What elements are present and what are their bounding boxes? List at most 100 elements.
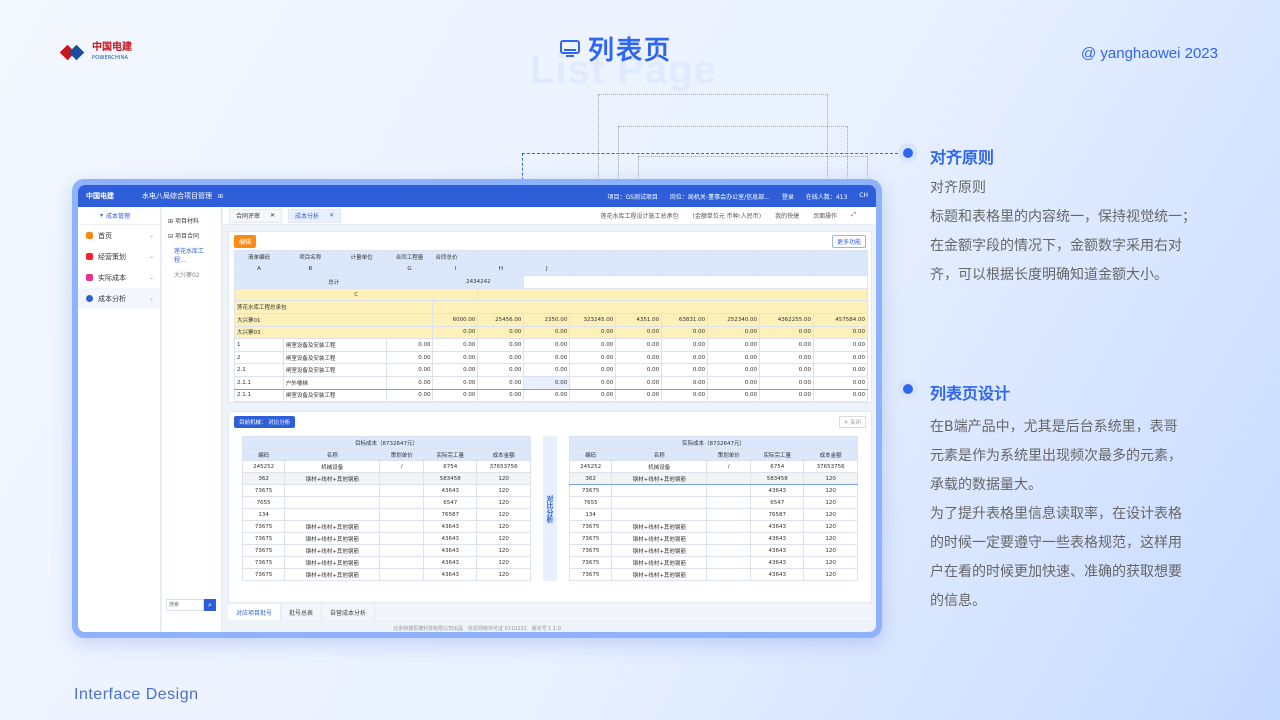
table-c-row: C — [233, 287, 868, 302]
tab-batch-summary[interactable]: 批号总表 — [281, 604, 323, 620]
edit-button[interactable]: 编辑 — [234, 234, 257, 248]
table-row[interactable]: 1 闸室设备及安装工程 0.00 0.00 0.00 0.00 0.00 0.00 0.00 0.… — [234, 338, 869, 352]
section-dot — [898, 379, 918, 399]
sidebar-tree: ⊞ 项目材料 ⊟ 项目合同 莲花水库工程... 大兴寨02 ⌕ — [162, 207, 222, 632]
table-row[interactable]: 2 闸室设备及安装工程 0.00 0.00 0.00 0.00 0.00 0.00 0.00 0.… — [234, 350, 869, 365]
table-row[interactable]: 大兴寨01 6000.00 25456.00 2350.00 323245.00 4351… — [233, 312, 869, 327]
author-label: @ yanghaowei 2023 — [1081, 45, 1218, 62]
section-title-alignment: 对齐原则 — [930, 148, 995, 167]
sidebar-primary: ▾ 成本管理 首页 ⌄ 经营策划 ⌄ 实际成本 ⌄ 成本分析 ⌄ — [78, 207, 161, 632]
analysis-icon — [86, 295, 93, 302]
grid-icon[interactable]: ⊞ — [218, 193, 223, 200]
table-group-row: 莲花水库工程总承包 — [233, 300, 868, 314]
app-name: 水电八局综合项目管理 — [142, 192, 212, 200]
table-row[interactable]: 245252 机械设备/6754 37653756 — [568, 460, 859, 473]
table-header-row: 清单编码 项目名称 计量单位 合同工程量 合同总价 — [234, 249, 869, 277]
page-title: 列表页 — [588, 36, 673, 66]
table-total-row: 总计 2434242 — [233, 275, 868, 289]
tab-self-cost[interactable]: 自营成本分析 — [322, 604, 376, 620]
sidebar-item-analysis[interactable]: 成本分析 ⌄ — [78, 288, 160, 309]
tree-item[interactable]: 大兴寨02 — [162, 267, 221, 282]
tab-cost-analysis[interactable]: 成本分析 ✕ — [288, 208, 342, 223]
compare-label: 对比分析 — [546, 494, 554, 523]
brand-name: 中国电建 POWERCHINA — [92, 42, 132, 62]
tab-bar: 合同评审 ✕ 成本分析 ✕ 莲花水库工程设计施工总承包 (金额单位元 币种:人民币)… — [223, 207, 876, 225]
copyright: 北京特捷思捷科技有限公司出品 信息网络许可证 0110231 版本号 1.1.0 — [393, 626, 561, 632]
section-desc-list-design: 在B端产品中，尤其是后台系统里，表哥 元素是作为系统里出现频次最多的元素， 承载的数… — [930, 419, 1182, 609]
app-screenshot-frame: 中国电建 水电八局综合项目管理 ⊞ 项目：GS测试项目 岗位：局机关-董事会办公… — [72, 179, 882, 638]
search-icon[interactable]: ⌕ — [204, 599, 216, 611]
sidebar-item-cost[interactable]: 实际成本 ⌄ — [78, 267, 160, 288]
table-row[interactable]: 245252 机械设备/6754 37653756 — [241, 460, 532, 473]
table-row[interactable]: 362 钢材+线材+其他钢筋 583458 120 — [241, 472, 532, 485]
tree-search: ⌕ — [166, 599, 216, 611]
section-title-list-design: 列表页设计 — [930, 384, 1011, 403]
quick-access-menu[interactable]: 我的快捷 — [775, 211, 799, 220]
expand-icon[interactable]: ⤢ — [851, 211, 856, 220]
plan-icon — [86, 253, 93, 260]
target-cost-table: 目标成本（8732647元） 编码 名称 策划单价 实际完工量 成本金额 245252 机… — [241, 436, 532, 581]
user-menu[interactable]: 登录 — [782, 192, 794, 201]
chevron-down-icon: ⌄ — [148, 274, 154, 281]
cost-icon — [86, 274, 93, 281]
table-row[interactable]: 73675 钢材+线材+其他钢筋 43643 120 — [241, 568, 532, 581]
bottom-tabs: 对应项目批号 批号总表 自营成本分析 — [228, 604, 872, 620]
table-row[interactable]: 73675 钢材+线材+其他钢筋 43643 120 — [568, 568, 859, 581]
table-row[interactable]: 73675 钢材+线材+其他钢筋 43643 120 — [568, 532, 859, 545]
app-topbar: 中国电建 水电八局综合项目管理 ⊞ 项目：GS测试项目 岗位：局机关-董事会办公… — [78, 185, 876, 207]
table-row[interactable]: 73675 钢材+线材+其他钢筋 43643 120 — [568, 544, 859, 557]
comparison-panel: 目前机械： 对比分析 ✕ 关闭 目标成本（8732647元） 编码 名称 策划单价实… — [228, 411, 872, 603]
more-functions-button[interactable]: 更多功能 — [831, 234, 866, 248]
tree-item-active[interactable]: 莲花水库工程... — [162, 243, 221, 267]
table-row[interactable]: 大兴寨03 0.00 0.00 0.00 0.00 0.00 0.00 0.00 0.00 0.0… — [233, 325, 869, 340]
section-dot — [898, 143, 918, 163]
sidebar-header[interactable]: ▾ 成本管理 — [78, 207, 160, 225]
table-row[interactable]: 73675 钢材+线材+其他钢筋 43643 120 — [241, 556, 532, 569]
cost-table: 清单编码 项目名称 计量单位 合同工程量 合同总价 ABGIHJ 总计 2434242 C… — [233, 249, 869, 403]
table-row[interactable]: 73675 钢材+线材+其他钢筋 43643 120 — [568, 520, 859, 533]
machine-selector[interactable]: 目前机械： 对比分析 — [234, 416, 296, 428]
table-row[interactable]: 7655 6547 120 — [568, 496, 859, 509]
org-selector[interactable]: 岗位：局机关-董事会办公室/信息部... — [670, 192, 770, 201]
tree-item[interactable]: ⊞ 项目材料 — [162, 213, 221, 228]
table-row[interactable]: 73675 43643 120 — [241, 484, 532, 497]
online-count: 在线人数：413 — [805, 193, 848, 201]
brand-logo: 中国电建 POWERCHINA — [59, 42, 132, 64]
table-row[interactable]: 73675 钢材+线材+其他钢筋 43643 120 — [568, 556, 859, 569]
tab-contract-review[interactable]: 合同评审 ✕ — [229, 208, 283, 223]
tree-search-input[interactable] — [166, 599, 204, 611]
close-icon[interactable]: ✕ — [270, 212, 275, 219]
language-switch[interactable]: CH — [859, 192, 868, 201]
table-row[interactable]: 73675 钢材+线材+其他钢筋 43643 120 — [241, 532, 532, 545]
chevron-down-icon: ⌄ — [148, 295, 154, 302]
table-row[interactable]: 73675 43643 120 — [568, 484, 859, 497]
tree-item[interactable]: ⊟ 项目合同 — [162, 228, 221, 243]
table-row[interactable]: 73675 钢材+线材+其他钢筋 43643 120 — [241, 544, 532, 557]
monitor-icon — [560, 39, 580, 57]
table-row[interactable]: 362 钢材+线材+其他钢筋 583458 120 — [568, 472, 859, 485]
sidebar-item-plan[interactable]: 经营策划 ⌄ — [78, 246, 160, 267]
sidebar-item-home[interactable]: 首页 ⌄ — [78, 225, 160, 246]
page-actions-menu[interactable]: 页面操作 — [813, 211, 837, 220]
table-row[interactable]: 7655 6547 120 — [241, 496, 532, 509]
chevron-down-icon: ⌄ — [148, 232, 154, 239]
close-icon[interactable]: ✕ — [329, 212, 334, 219]
actual-cost-table: 实际成本（8732647元） 编码 名称 策划单价 实际完工量 成本金额 245252 机… — [568, 436, 859, 581]
table-row[interactable]: 2.1.1 闸室设备及安装工程 0.00 0.00 0.00 0.00 0.00 0.00 0.… — [234, 388, 869, 403]
currency-unit[interactable]: (金额单位元 币种:人民币) — [693, 211, 762, 220]
page-title-group: 列表页 — [560, 30, 672, 67]
home-icon — [86, 232, 93, 239]
interface-design-label: Interface Design — [74, 686, 199, 703]
close-button[interactable]: ✕ 关闭 — [838, 416, 866, 428]
app-screen: 中国电建 水电八局综合项目管理 ⊞ 项目：GS测试项目 岗位：局机关-董事会办公… — [78, 185, 876, 632]
table-row[interactable]: 134 76587 120 — [241, 508, 532, 521]
project-selector[interactable]: 项目：GS测试项目 — [607, 192, 657, 201]
compare-divider: 对比分析 — [543, 436, 557, 581]
table-row[interactable]: 134 76587 120 — [568, 508, 859, 521]
table-row[interactable]: 73675 钢材+线材+其他钢筋 43643 120 — [241, 520, 532, 533]
section-desc-alignment: 对齐原则 标题和表格里的内容统一，保持视觉统一； 在金额字段的情况下，金额数字采用右… — [930, 180, 1196, 283]
table-row[interactable]: 2.1 闸室设备及安装工程 0.00 0.00 0.00 0.00 0.00 0.00 0.00… — [234, 363, 869, 377]
project-title[interactable]: 莲花水库工程设计施工总承包 — [601, 211, 679, 220]
tab-batch[interactable]: 对应项目批号 — [228, 604, 282, 620]
table-row[interactable]: 2.1.1 户外楼梯 0.00 0.00 0.00 0.00 0.00 0.00 0.00 0.0… — [234, 375, 869, 390]
